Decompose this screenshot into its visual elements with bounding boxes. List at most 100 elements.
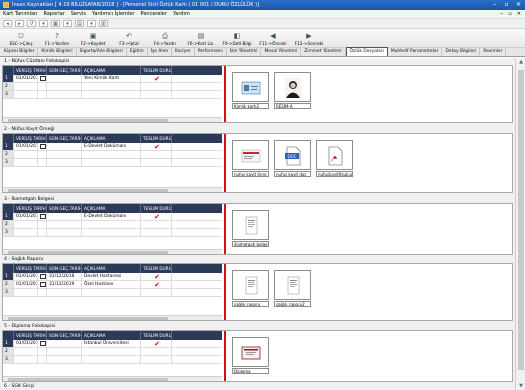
scroll-thumb[interactable]: [518, 70, 524, 370]
tab-sigorta-aile[interactable]: Sigorta/Aile Bilgileri: [77, 48, 127, 56]
date-picker-cell[interactable]: [38, 213, 47, 220]
tab-egitim[interactable]: Eğitim: [127, 48, 148, 56]
table-row[interactable]: 3: [3, 289, 222, 297]
quick-button[interactable]: ▦: [51, 20, 60, 27]
scroll-thumb[interactable]: [8, 189, 168, 192]
attached-file[interactable]: DOC nufus kayit doc: [274, 140, 311, 177]
scroll-down-icon[interactable]: ▼: [516, 382, 525, 390]
tab-izin-yonetimi[interactable]: İzin Yönetimi: [227, 48, 262, 56]
tab-ise-alim[interactable]: İşe Alım: [148, 48, 173, 56]
help-button[interactable]: ? F1->Yardım: [40, 29, 74, 48]
date-picker-cell[interactable]: [38, 91, 47, 98]
table-row[interactable]: 101/01/2018 31/12/2018Devlet Hastanesi ✔: [3, 273, 222, 281]
issue-date-cell[interactable]: [14, 348, 38, 355]
scroll-thumb[interactable]: [8, 251, 168, 254]
date-picker-cell[interactable]: [38, 159, 47, 166]
date-picker-cell[interactable]: [38, 281, 47, 288]
column-header-delivery-status[interactable]: TESLİM DURUMU: [141, 134, 172, 143]
quick-button[interactable]: ▸: [15, 20, 24, 27]
delivery-status-cell[interactable]: ✔: [141, 213, 172, 220]
table-row[interactable]: 101/01/2018 İstanbul Üniversitesi ✔: [3, 340, 222, 348]
issue-date-cell[interactable]: [14, 289, 38, 296]
delivery-status-cell[interactable]: [141, 289, 172, 296]
expiry-date-cell[interactable]: [47, 221, 82, 228]
description-cell[interactable]: Devlet Hastanesi: [82, 273, 141, 280]
quick-button[interactable]: ↺: [27, 20, 36, 27]
delivery-status-cell[interactable]: ✔: [141, 281, 172, 288]
attached-file[interactable]: Kimlik kartı2: [232, 72, 269, 109]
table-row[interactable]: 2: [3, 83, 222, 91]
date-picker-cell[interactable]: [38, 83, 47, 90]
delivery-status-cell[interactable]: [141, 356, 172, 363]
mdi-close-icon[interactable]: ✕: [517, 11, 521, 17]
tab-resimler[interactable]: Resimler: [480, 48, 507, 56]
expiry-date-cell[interactable]: [47, 229, 82, 236]
tab-detay-bilgileri[interactable]: Detay Bilgileri: [442, 48, 481, 56]
expiry-date-cell[interactable]: [47, 289, 82, 296]
expiry-date-cell[interactable]: [47, 143, 82, 150]
scroll-thumb[interactable]: [8, 119, 168, 122]
column-header-description[interactable]: AÇIKLAMA: [82, 331, 141, 340]
description-cell[interactable]: [82, 91, 141, 98]
issue-date-cell[interactable]: 01/01/2018: [14, 340, 38, 347]
issue-date-cell[interactable]: [14, 83, 38, 90]
column-header-description[interactable]: AÇIKLAMA: [82, 134, 141, 143]
date-picker-cell[interactable]: [38, 289, 47, 296]
file-thumbnail[interactable]: [274, 72, 311, 102]
date-picker-cell[interactable]: [38, 340, 47, 347]
expiry-date-cell[interactable]: [47, 83, 82, 90]
expiry-date-cell[interactable]: [47, 159, 82, 166]
scroll-thumb[interactable]: [8, 378, 168, 381]
close-icon[interactable]: ✕: [514, 1, 523, 8]
description-cell[interactable]: İstanbul Üniversitesi: [82, 340, 141, 347]
scroll-up-icon[interactable]: ▲: [516, 58, 525, 66]
file-thumbnail[interactable]: [232, 72, 269, 102]
delivery-status-cell[interactable]: [141, 151, 172, 158]
delivery-status-cell[interactable]: [141, 229, 172, 236]
date-picker-cell[interactable]: [38, 221, 47, 228]
column-header-delivery-status[interactable]: TESLİM DURUMU: [141, 66, 172, 75]
column-header-description[interactable]: AÇIKLAMA: [82, 204, 141, 213]
expiry-date-cell[interactable]: [47, 75, 82, 82]
issue-date-cell[interactable]: 01/01/2018: [14, 143, 38, 150]
column-header-description[interactable]: AÇIKLAMA: [82, 66, 141, 75]
tab-ozluk-dosyalari[interactable]: Özlük Dosyaları: [345, 47, 388, 56]
file-thumbnail[interactable]: DOC: [274, 140, 311, 170]
calendar-icon[interactable]: [40, 282, 46, 287]
issue-date-cell[interactable]: 01/01/2019: [14, 281, 38, 288]
attached-file[interactable]: nufuskayitfıkub.pr: [316, 140, 353, 177]
menu-pencereler[interactable]: Pencereler: [140, 11, 166, 17]
delivery-status-cell[interactable]: [141, 159, 172, 166]
date-picker-cell[interactable]: [38, 356, 47, 363]
description-cell[interactable]: E-Devlet Dokümanı: [82, 143, 141, 150]
date-picker-cell[interactable]: [38, 151, 47, 158]
column-header-expiry-date[interactable]: SON GEÇ.TARİH: [47, 331, 82, 340]
table-row[interactable]: 3: [3, 91, 222, 99]
table-row[interactable]: 2: [3, 151, 222, 159]
menu-kart-tanimlari[interactable]: Kart Tanımları: [3, 11, 37, 17]
horizontal-scrollbar[interactable]: [3, 315, 222, 320]
attached-file[interactable]: sağlık raporu: [232, 270, 269, 307]
issue-date-cell[interactable]: [14, 91, 38, 98]
quick-button[interactable]: ▤: [75, 20, 84, 27]
mdi-restore-icon[interactable]: ▫: [508, 11, 511, 17]
delivery-status-cell[interactable]: ✔: [141, 340, 172, 347]
column-header-expiry-date[interactable]: SON GEÇ.TARİH: [47, 264, 82, 273]
issue-date-cell[interactable]: [14, 229, 38, 236]
expiry-date-cell[interactable]: [47, 91, 82, 98]
tab-muhtelif-parametreler[interactable]: Muhtelif Parametreler: [388, 48, 443, 56]
quick-button[interactable]: ▾: [63, 20, 72, 27]
calendar-icon[interactable]: [40, 144, 46, 149]
tab-kariyer[interactable]: Kariyer: [172, 48, 195, 56]
menu-yardimci-islemler[interactable]: Yardımcı İşlemler: [92, 11, 135, 17]
description-cell[interactable]: Özel Hastane: [82, 281, 141, 288]
column-header-expiry-date[interactable]: SON GEÇ.TARİH: [47, 66, 82, 75]
tab-kimlik-bilgileri[interactable]: Kimlik Bilgileri: [38, 48, 77, 56]
column-header-delivery-status[interactable]: TESLİM DURUMU: [141, 264, 172, 273]
table-row[interactable]: 101/01/2018 Yeni Kimlik Kartı ✔: [3, 75, 222, 83]
description-cell[interactable]: [82, 221, 141, 228]
date-picker-cell[interactable]: [38, 75, 47, 82]
description-cell[interactable]: [82, 348, 141, 355]
menu-raporlar[interactable]: Raporlar: [43, 11, 64, 17]
maximize-icon[interactable]: ▫: [502, 1, 511, 8]
